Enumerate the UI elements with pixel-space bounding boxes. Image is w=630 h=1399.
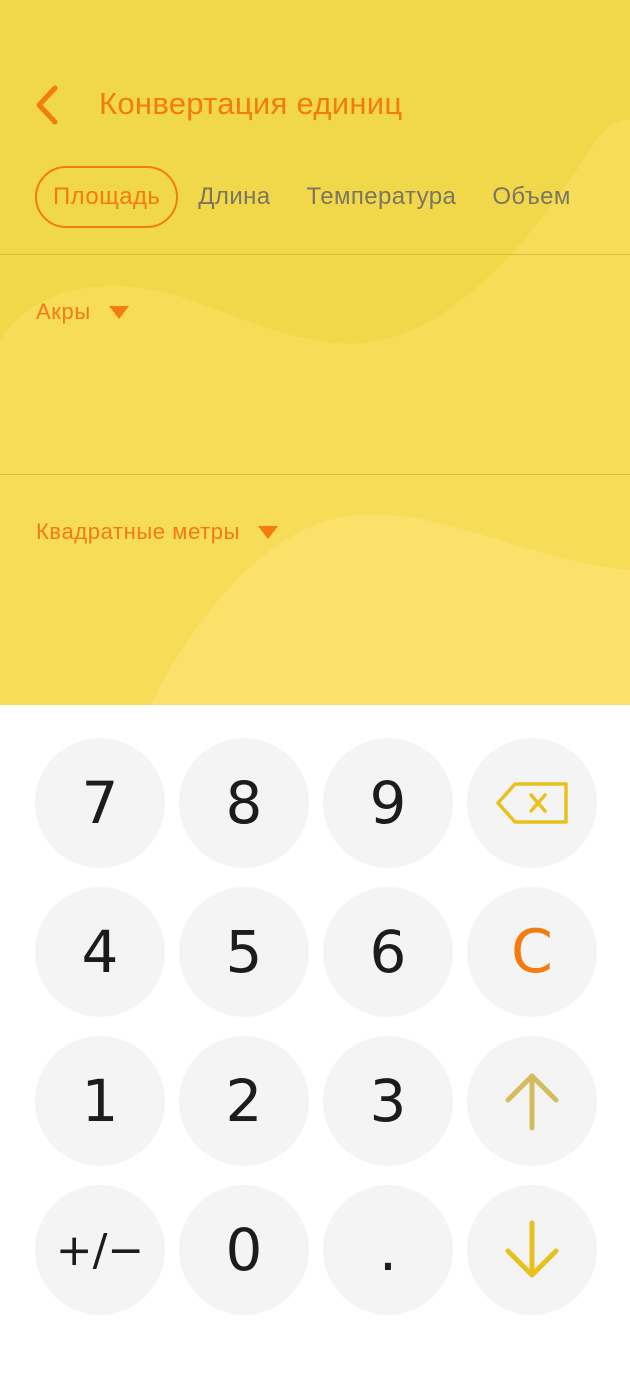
divider (0, 474, 630, 475)
from-unit-label: Акры (36, 299, 91, 324)
tab-volume[interactable]: Объем (474, 166, 588, 228)
key-5[interactable]: 5 (179, 887, 309, 1017)
app-root: Конвертация единиц Площадь Длина Темпера… (0, 0, 630, 1399)
key-2[interactable]: 2 (179, 1036, 309, 1166)
sign-toggle-button[interactable]: +/− (35, 1185, 165, 1315)
page-title: Конвертация единиц (99, 86, 403, 121)
tab-temperature[interactable]: Температура (289, 166, 475, 228)
backspace-button[interactable] (467, 738, 597, 868)
swap-up-button[interactable] (467, 1036, 597, 1166)
caret-down-icon (108, 305, 129, 319)
keypad: 7 8 9 4 5 6 C 1 2 3 +/− 0 . (35, 738, 597, 1315)
key-0[interactable]: 0 (179, 1185, 309, 1315)
key-1[interactable]: 1 (35, 1036, 165, 1166)
to-unit-selector[interactable]: Квадратные метры (36, 519, 279, 545)
divider (0, 254, 630, 255)
arrow-up-icon (505, 1073, 559, 1131)
key-3[interactable]: 3 (323, 1036, 453, 1166)
key-8[interactable]: 8 (179, 738, 309, 868)
swap-down-button[interactable] (467, 1185, 597, 1315)
key-4[interactable]: 4 (35, 887, 165, 1017)
category-tabs: Площадь Длина Температура Объем (35, 166, 589, 228)
header: Конвертация единиц (0, 70, 630, 140)
clear-button[interactable]: C (467, 887, 597, 1017)
arrow-down-icon (505, 1220, 559, 1278)
to-unit-label: Квадратные метры (36, 519, 241, 544)
from-unit-selector[interactable]: Акры (36, 299, 129, 325)
key-6[interactable]: 6 (323, 887, 453, 1017)
chevron-left-icon (36, 85, 58, 125)
tab-length[interactable]: Длина (180, 166, 288, 228)
key-7[interactable]: 7 (35, 738, 165, 868)
converter-panel: Конвертация единиц Площадь Длина Темпера… (0, 0, 630, 705)
decimal-button[interactable]: . (323, 1185, 453, 1315)
tab-area[interactable]: Площадь (35, 166, 179, 228)
back-button[interactable] (30, 84, 64, 126)
backspace-icon (496, 782, 568, 824)
key-9[interactable]: 9 (323, 738, 453, 868)
caret-down-icon (258, 525, 279, 539)
